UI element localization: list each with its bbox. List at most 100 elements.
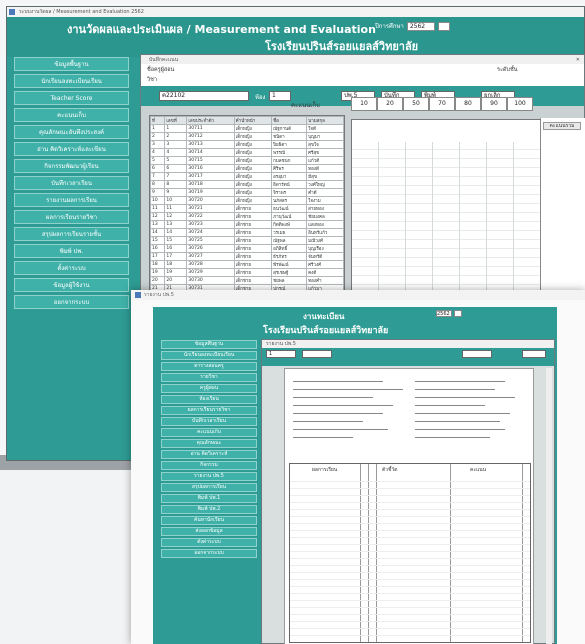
report-menu-item[interactable]: ออกจากระบบ	[161, 549, 257, 558]
menu-item[interactable]: ข้อมูลพื้นฐาน	[14, 57, 129, 71]
menu-item[interactable]: อ่าน คิดวิเคราะห์และเขียน	[14, 142, 129, 156]
table-row[interactable]: 4 4 30714 เด็กหญิง พรรณี ศรีสุข	[150, 148, 344, 157]
report-year-button[interactable]	[454, 310, 462, 317]
table-row[interactable]: 14 14 30724 เด็กชาย วรเมธ อินทร์แก้ว	[150, 228, 344, 237]
menu-item[interactable]: นักเรียนลงทะเบียนเรียน	[14, 74, 129, 88]
table-cell: 15	[164, 236, 188, 245]
report-menu-item[interactable]: ผลการเรียนรายวิชา	[161, 406, 257, 415]
max-score-cell[interactable]: 80	[455, 97, 481, 111]
report-menu-item[interactable]: กิจกรรม	[161, 461, 257, 470]
table-row[interactable]: 2 2 30712 เด็กหญิง ชนิดา บุญมา	[150, 132, 344, 141]
table-row[interactable]: 15 15 30725 เด็กชาย ณัฐพล มณีวงศ์	[150, 236, 344, 245]
report-filter-select[interactable]: 1	[266, 350, 296, 358]
table-cell: เด็กหญิง	[233, 164, 273, 173]
table-cell: ศิริพร	[271, 164, 308, 173]
report-option-box[interactable]	[462, 350, 492, 358]
table-row[interactable]: 11 11 30721 เด็กชาย ธนวัฒน์ สายทอง	[150, 204, 344, 213]
table-row[interactable]: 1 1 30711 เด็กหญิง ณัฐกานต์ ใจดี	[150, 124, 344, 133]
report-menu-item[interactable]: รายวิชา	[161, 373, 257, 382]
report-year-select[interactable]: 2562	[436, 310, 452, 317]
table-row[interactable]: 18 18 30728 เด็กชาย พีรพัฒน์ ศรีวงศ์	[150, 260, 344, 269]
table-cell: นภัสสร	[271, 196, 308, 205]
menu-item[interactable]: ออกจากระบบ	[14, 295, 129, 309]
app-titlebar: ระบบงานวัดผล / Measurement and Evaluatio…	[7, 7, 584, 17]
table-row[interactable]: 10 10 30720 เด็กหญิง นภัสสร ใจงาม	[150, 196, 344, 205]
school-name: โรงเรียนปรินส์รอยแยลส์วิทยาลัย	[265, 40, 419, 53]
menu-item[interactable]: รายงานผลการเรียน	[14, 193, 129, 207]
year-select[interactable]: 2562	[406, 21, 435, 31]
table-row[interactable]: 7 7 30717 เด็กหญิง อรอุมา มีสุข	[150, 172, 344, 181]
year-selector: ปีการศึกษา 2562	[375, 21, 450, 31]
room-select[interactable]: 1	[269, 91, 291, 101]
report-menu-item[interactable]: สรุปผลการเรียน	[161, 483, 257, 492]
table-cell: เด็กชาย	[233, 220, 273, 229]
right-panel-tag[interactable]: คะแนนรวม	[543, 122, 581, 130]
menu-item[interactable]: ผลการเรียนรายวิชา	[14, 210, 129, 224]
table-row[interactable]: 3 3 30713 เด็กหญิง ปิยธิดา สุขใจ	[150, 140, 344, 149]
report-menu-item[interactable]: คุณลักษณะ	[161, 439, 257, 448]
report-menu-item[interactable]: นักเรียนลงทะเบียนเรียน	[161, 351, 257, 360]
menu-item[interactable]: คุณลักษณะอันพึงประสงค์	[14, 125, 129, 139]
table-row[interactable]: 16 16 30726 เด็กชาย อภิสิทธิ์ บุญเรือง	[150, 244, 344, 253]
report-menu-item[interactable]: พิมพ์ ปพ.1	[161, 494, 257, 503]
report-menu-item[interactable]: ข้อมูลพื้นฐาน	[161, 340, 257, 349]
table-cell: 7	[164, 172, 188, 181]
menu-item[interactable]: คะแนนเก็บ	[14, 108, 129, 122]
course-select[interactable]: ค22102	[159, 91, 249, 101]
table-cell: เด็กหญิง	[233, 124, 273, 133]
report-menu-item[interactable]: ครูผู้สอน	[161, 384, 257, 393]
table-row[interactable]: 9 9 30719 เด็กหญิง จิราพร คำดี	[150, 188, 344, 197]
max-score-cell[interactable]: 20	[377, 97, 403, 111]
menu-item[interactable]: ข้อมูลผู้ใช้งาน	[14, 278, 129, 292]
table-cell: 5	[164, 156, 188, 165]
table-cell: 30716	[186, 164, 235, 173]
year-go-button[interactable]	[437, 21, 450, 31]
menu-item[interactable]: ตั้งค่าระบบ	[14, 261, 129, 275]
report-scrollbar[interactable]	[546, 368, 552, 644]
report-filter-select-2[interactable]	[302, 350, 332, 358]
table-cell: 30721	[186, 204, 235, 213]
table-row[interactable]: 19 19 30729 เด็กชาย สุรเชษฐ์ คงดี	[150, 268, 344, 277]
menu-item[interactable]: บันทึกเวลาเรียน	[14, 176, 129, 190]
table-cell: เด็กหญิง	[233, 172, 273, 181]
table-cell: 30728	[186, 260, 235, 269]
table-cell: อภิสิทธิ์	[271, 244, 308, 253]
report-menu-item[interactable]: อ่าน คิดวิเคราะห์	[161, 450, 257, 459]
table-cell: อินทร์แก้ว	[306, 228, 344, 237]
menu-item[interactable]: กิจกรรมพัฒนาผู้เรียน	[14, 159, 129, 173]
table-row[interactable]: 6 6 30716 เด็กหญิง ศิริพร ทองดี	[150, 164, 344, 173]
max-score-cell[interactable]: 90	[481, 97, 507, 111]
report-menu-item[interactable]: ส่งออกข้อมูล	[161, 527, 257, 536]
report-viewer-toolbar: 1	[262, 348, 554, 360]
table-row[interactable]: 5 5 30715 เด็กหญิง กมลชนก แก้วดี	[150, 156, 344, 165]
report-header-title: งานทะเบียน	[303, 312, 345, 321]
report-menu-item[interactable]: ค้นหานักเรียน	[161, 516, 257, 525]
report-menu-item[interactable]: คะแนนเก็บ	[161, 428, 257, 437]
table-row[interactable]: 17 17 30727 เด็กชาย ธีรภัทร จันทร์ดี	[150, 252, 344, 261]
table-cell: เด็กชาย	[233, 204, 273, 213]
max-score-cell[interactable]: 50	[403, 97, 429, 111]
menu-item[interactable]: สรุปผลการเรียนรายชั้น	[14, 227, 129, 241]
report-info-lines	[285, 377, 535, 457]
menu-item[interactable]: Teacher Score	[14, 91, 129, 105]
close-icon[interactable]: ✕	[576, 57, 580, 63]
table-row[interactable]: 8 8 30718 เด็กหญิง ธิดารัตน์ วงศ์ใหญ่	[150, 180, 344, 189]
report-menu-item[interactable]: รายงาน ปพ.5	[161, 472, 257, 481]
max-score-cell[interactable]: 10	[351, 97, 377, 111]
report-menu-item[interactable]: ห้องเรียน	[161, 395, 257, 404]
table-cell: 12	[164, 212, 188, 221]
report-menu-item[interactable]: ตั้งค่าระบบ	[161, 538, 257, 547]
table-cell: 1	[164, 124, 188, 133]
report-menu-item[interactable]: บันทึกเวลาเรียน	[161, 417, 257, 426]
table-row[interactable]: 13 13 30723 เด็กชาย กิตติพงษ์ แสงทอง	[150, 220, 344, 229]
max-score-cell[interactable]: 70	[429, 97, 455, 111]
table-cell: เด็กหญิง	[233, 188, 273, 197]
table-row[interactable]: 12 12 30722 เด็กชาย ภานุวัฒน์ ชัยมงคล	[150, 212, 344, 221]
report-go-button[interactable]	[522, 350, 546, 358]
table-cell: 12	[150, 212, 166, 221]
report-menu-item[interactable]: ตารางสอนครู	[161, 362, 257, 371]
table-row[interactable]: 20 20 30730 เด็กชาย ชยพล ทองคำ	[150, 276, 344, 285]
menu-item[interactable]: พิมพ์ ปพ.	[14, 244, 129, 258]
report-menu-item[interactable]: พิมพ์ ปพ.2	[161, 505, 257, 514]
max-score-cell[interactable]: 100	[507, 97, 533, 111]
